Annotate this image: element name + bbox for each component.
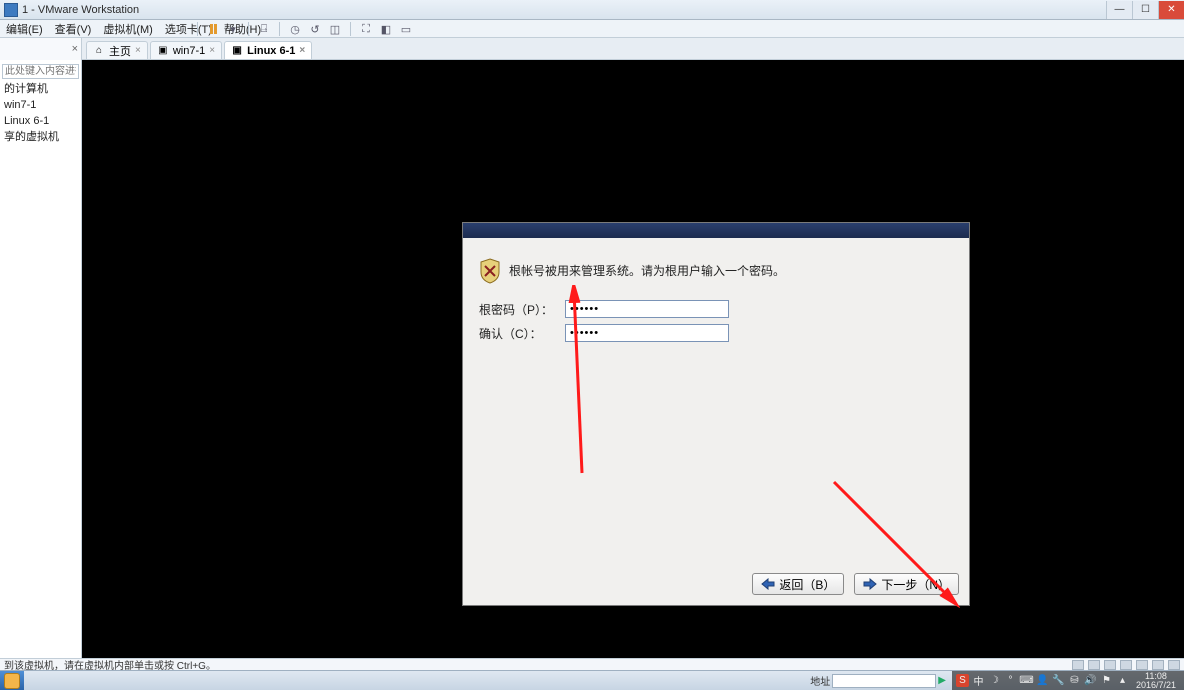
menu-view[interactable]: 查看(V) — [49, 21, 98, 37]
toolbar: ▾ ⍈ ◷ ↺ ◫ ⛶ ◧ ▭ — [195, 20, 413, 38]
moon-icon[interactable]: ☽ — [988, 674, 1001, 687]
back-button-label: 返回（B） — [779, 576, 835, 593]
sidebar: 的计算机 win7-1 Linux 6-1 享的虚拟机 — [0, 60, 82, 658]
minimize-button[interactable]: — — [1106, 1, 1132, 19]
vmware-status-bar: 到该虚拟机，请在虚拟机内部单击或按 Ctrl+G。 — [0, 658, 1184, 670]
menu-bar: 编辑(E) 查看(V) 虚拟机(M) 选项卡(T) 帮助(H) — [0, 20, 1184, 38]
address-toolbar: 地址 ▶ — [810, 671, 946, 690]
sidebar-header: × — [0, 38, 82, 60]
device-icon[interactable] — [1120, 660, 1132, 670]
address-label: 地址 — [810, 673, 830, 688]
dropdown-icon[interactable]: ▾ — [226, 22, 240, 36]
user-icon[interactable]: 👤 — [1036, 674, 1049, 687]
keyboard-icon[interactable]: ⌨ — [1020, 674, 1033, 687]
arrow-left-icon — [761, 578, 775, 590]
shield-icon — [479, 258, 501, 284]
device-icon[interactable] — [1072, 660, 1084, 670]
flag-icon[interactable]: ⚑ — [1100, 674, 1113, 687]
sound-icon[interactable]: 🔊 — [1084, 674, 1097, 687]
close-button[interactable]: ✕ — [1158, 1, 1184, 19]
taskbar: 地址 ▶ S 中 ☽ ° ⌨ 👤 🔧 ⛁ 🔊 ⚑ ▴ 11:08 2016/7/… — [0, 670, 1184, 690]
vm-icon: ▣ — [231, 45, 243, 57]
sidebar-close-icon[interactable]: × — [72, 43, 78, 55]
tray-icon[interactable]: S — [956, 674, 969, 687]
start-orb-icon — [4, 673, 20, 689]
tab-close-icon[interactable]: × — [209, 45, 215, 56]
stretch-icon[interactable]: ▭ — [399, 22, 413, 36]
tab-win7-label: win7-1 — [173, 45, 205, 57]
sidebar-item-win7[interactable]: win7-1 — [0, 97, 81, 113]
device-icon[interactable] — [1136, 660, 1148, 670]
device-icon[interactable] — [1152, 660, 1164, 670]
snapshot-icon[interactable]: ◷ — [288, 22, 302, 36]
installer-prompt: 根帐号被用来管理系统。请为根用户输入一个密码。 — [509, 258, 785, 279]
vm-display[interactable]: 根帐号被用来管理系统。请为根用户输入一个密码。 根密码（P）： 确认（C）： 返… — [82, 60, 1184, 658]
revert-icon[interactable]: ↺ — [308, 22, 322, 36]
sidebar-item-linux[interactable]: Linux 6-1 — [0, 113, 81, 129]
pause-icon[interactable] — [206, 22, 220, 36]
clock-date: 2016/7/21 — [1136, 681, 1176, 690]
chevron-up-icon[interactable]: ▴ — [1116, 674, 1129, 687]
tab-linux-label: Linux 6-1 — [247, 45, 295, 57]
system-tray: S 中 ☽ ° ⌨ 👤 🔧 ⛁ 🔊 ⚑ ▴ 11:08 2016/7/21 — [952, 671, 1184, 690]
device-icon[interactable] — [1168, 660, 1180, 670]
status-hint: 到该虚拟机，请在虚拟机内部单击或按 Ctrl+G。 — [4, 657, 216, 672]
device-icon[interactable] — [1104, 660, 1116, 670]
tab-close-icon[interactable]: × — [299, 45, 305, 56]
arrow-right-icon — [863, 578, 877, 590]
menu-edit[interactable]: 编辑(E) — [0, 21, 49, 37]
installer-dialog: 根帐号被用来管理系统。请为根用户输入一个密码。 根密码（P）： 确认（C）： 返… — [462, 222, 970, 606]
app-icon — [4, 3, 18, 17]
start-button[interactable] — [0, 671, 24, 690]
vm-icon: ▣ — [157, 45, 169, 57]
confirm-password-input[interactable] — [565, 324, 729, 342]
manage-icon[interactable]: ◫ — [328, 22, 342, 36]
tab-home-label: 主页 — [109, 43, 131, 59]
address-go-icon[interactable]: ▶ — [938, 675, 946, 686]
tab-win7[interactable]: ▣ win7-1 × — [150, 41, 222, 59]
maximize-button[interactable]: ☐ — [1132, 1, 1158, 19]
tab-home[interactable]: ⌂ 主页 × — [86, 41, 148, 59]
tab-row: ⌂ 主页 × ▣ win7-1 × ▣ Linux 6-1 × — [82, 38, 1184, 60]
tab-close-icon[interactable]: × — [135, 45, 141, 56]
ime-icon[interactable]: 中 — [972, 674, 985, 687]
next-button[interactable]: 下一步（N） — [854, 573, 959, 595]
menu-vm[interactable]: 虚拟机(M) — [97, 21, 159, 37]
wrench-icon[interactable]: 🔧 — [1052, 674, 1065, 687]
sidebar-item-shared[interactable]: 享的虚拟机 — [0, 129, 81, 145]
network-icon[interactable]: ⛁ — [1068, 674, 1081, 687]
sidebar-search-input[interactable] — [2, 64, 79, 79]
root-password-label: 根密码（P）： — [479, 301, 559, 318]
taskbar-clock[interactable]: 11:08 2016/7/21 — [1132, 672, 1180, 690]
root-password-input[interactable] — [565, 300, 729, 318]
device-icon[interactable] — [1088, 660, 1100, 670]
home-icon: ⌂ — [93, 45, 105, 57]
sidebar-item-mypc[interactable]: 的计算机 — [0, 81, 81, 97]
address-input[interactable] — [832, 674, 936, 688]
send-icon[interactable]: ⍈ — [257, 22, 271, 36]
title-bar: 1 - VMware Workstation — ☐ ✕ — [0, 0, 1184, 20]
tray-icon[interactable]: ° — [1004, 674, 1017, 687]
confirm-password-label: 确认（C）： — [479, 325, 559, 342]
next-button-label: 下一步（N） — [881, 576, 950, 593]
window-title: 1 - VMware Workstation — [22, 4, 1106, 16]
fullscreen-icon[interactable]: ⛶ — [359, 22, 373, 36]
unity-icon[interactable]: ◧ — [379, 22, 393, 36]
tab-linux[interactable]: ▣ Linux 6-1 × — [224, 41, 312, 59]
back-button[interactable]: 返回（B） — [752, 573, 844, 595]
dialog-title-bar — [463, 223, 969, 238]
